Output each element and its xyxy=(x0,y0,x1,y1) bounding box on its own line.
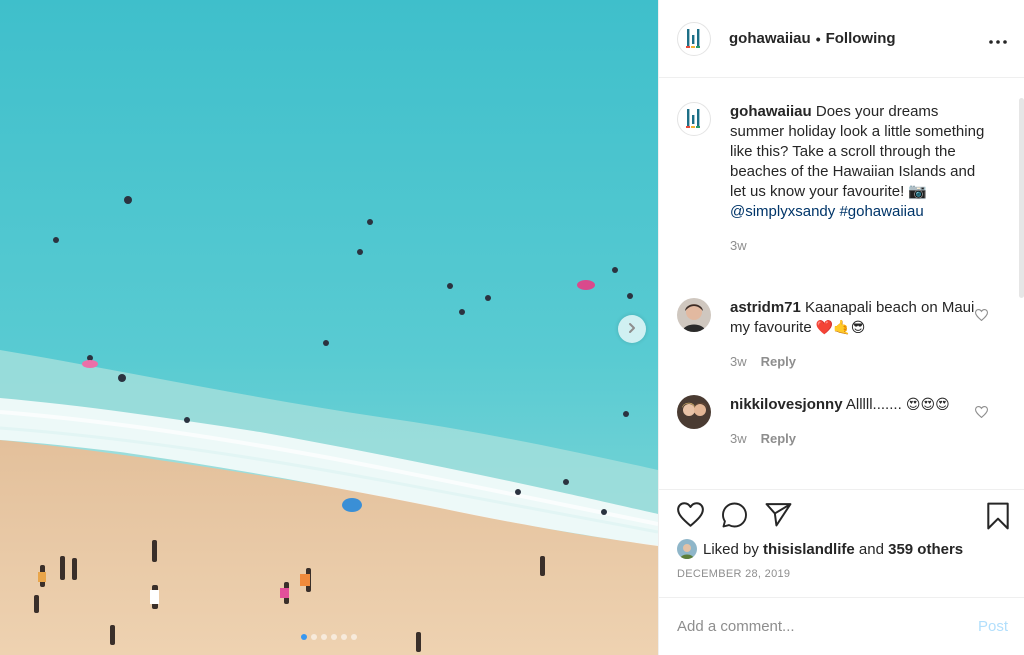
instagram-post-modal: gohawaiiau • Following gohawaiiau Does y… xyxy=(0,0,1024,655)
bookmark-icon[interactable] xyxy=(986,502,1010,533)
heart-icon[interactable] xyxy=(677,502,704,530)
commenter-avatar[interactable] xyxy=(677,298,711,332)
like-comment-heart-icon[interactable] xyxy=(974,308,989,324)
comment-time[interactable]: 3w xyxy=(730,352,747,372)
next-photo-button[interactable] xyxy=(618,315,646,343)
likes-summary: Liked by thisislandlife and 359 others xyxy=(659,536,1024,562)
comment-body: nikkilovesjonny Alllll....... 😍😍😍 3w Rep… xyxy=(730,395,985,449)
more-options-button[interactable] xyxy=(988,29,1008,49)
caption-author-avatar[interactable] xyxy=(677,102,711,136)
comment-meta: 3w Reply xyxy=(730,429,985,449)
go-hawaii-logo xyxy=(686,109,700,128)
more-horizontal-icon xyxy=(989,31,1007,47)
comment-time[interactable]: 3w xyxy=(730,429,747,449)
comment-text: Alllll....... xyxy=(845,396,902,413)
chevron-right-icon xyxy=(626,321,638,337)
carousel-dot xyxy=(311,634,317,640)
carousel-dot xyxy=(331,634,337,640)
liker-avatar[interactable] xyxy=(677,539,697,559)
mention-link[interactable]: @simplyxsandy xyxy=(730,203,835,220)
avatar-photo xyxy=(677,298,711,332)
carousel-indicator xyxy=(0,634,658,640)
caption-row: gohawaiiau Does your dreams summer holid… xyxy=(677,102,1008,256)
carousel-dot xyxy=(321,634,327,640)
liker-username[interactable]: thisislandlife xyxy=(763,541,855,558)
likes-others-link[interactable]: 359 others xyxy=(888,541,963,558)
comment-emojis: 😍😍😍 xyxy=(905,397,950,413)
following-button[interactable]: Following xyxy=(826,30,896,47)
post-actions-bar xyxy=(659,490,1024,536)
avatar-photo xyxy=(677,395,711,429)
caption-meta: 3w xyxy=(730,236,985,256)
post-photo[interactable] xyxy=(0,0,658,655)
reply-button[interactable]: Reply xyxy=(761,352,796,372)
carousel-dot xyxy=(341,634,347,640)
hashtag-link[interactable]: #gohawaiiau xyxy=(839,203,923,220)
caption-time[interactable]: 3w xyxy=(730,236,747,256)
comment-body: astridm71 Kaanapali beach on Maui my fav… xyxy=(730,298,985,372)
share-icon[interactable] xyxy=(765,502,792,530)
comment-username[interactable]: astridm71 xyxy=(730,299,801,316)
carousel-dot xyxy=(301,634,307,640)
comment-meta: 3w Reply xyxy=(730,352,985,372)
post-sidebar: gohawaiiau • Following gohawaiiau Does y… xyxy=(658,0,1024,655)
commenter-avatar[interactable] xyxy=(677,395,711,429)
comments-section[interactable]: gohawaiiau Does your dreams summer holid… xyxy=(659,78,1024,490)
comment-icon[interactable] xyxy=(721,502,748,531)
author-avatar[interactable] xyxy=(677,21,711,56)
comment-row: astridm71 Kaanapali beach on Maui my fav… xyxy=(677,298,1008,372)
carousel-dot xyxy=(351,634,357,640)
likes-connector: and xyxy=(858,540,884,558)
comment-username[interactable]: nikkilovesjonny xyxy=(730,396,843,413)
reply-button[interactable]: Reply xyxy=(761,429,796,449)
author-username[interactable]: gohawaiiau xyxy=(729,30,811,47)
caption-body: gohawaiiau Does your dreams summer holid… xyxy=(730,102,985,256)
post-comment-button[interactable]: Post xyxy=(978,618,1008,635)
beach-aerial-image xyxy=(0,0,658,655)
add-comment-bar: Post xyxy=(659,597,1024,655)
comment-emojis: ❤️🤙😎 xyxy=(815,320,866,336)
post-header: gohawaiiau • Following xyxy=(659,0,1024,78)
comments-scrollbar[interactable] xyxy=(1019,98,1024,298)
likes-prefix: Liked by xyxy=(703,540,759,558)
post-date[interactable]: DECEMBER 28, 2019 xyxy=(659,562,1024,592)
header-separator: • xyxy=(815,30,821,47)
go-hawaii-logo xyxy=(686,28,700,48)
comment-row: nikkilovesjonny Alllll....... 😍😍😍 3w Rep… xyxy=(677,395,1008,449)
caption-username[interactable]: gohawaiiau xyxy=(730,103,812,120)
comment-input[interactable] xyxy=(677,618,978,635)
like-comment-heart-icon[interactable] xyxy=(974,405,989,421)
